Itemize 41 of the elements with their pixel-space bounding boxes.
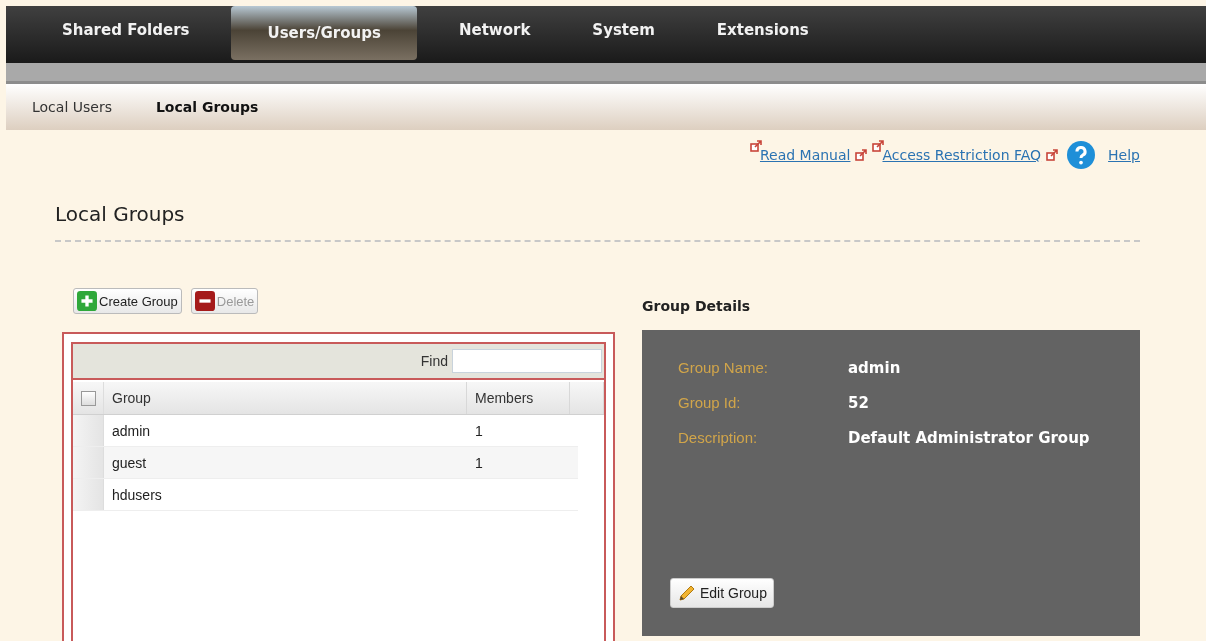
column-header[interactable]: Group [104,382,467,414]
table-cell: 1 [475,422,483,439]
nav-tab[interactable]: Network [438,6,551,54]
subnav-tab[interactable]: Local Users [32,99,112,115]
table-cell: guest [112,454,147,471]
field-value: Default Administrator Group [848,428,1090,447]
external-link-icon [749,140,762,152]
help-link[interactable]: Help [1108,147,1140,163]
table-cell: admin [112,422,151,439]
pencil-icon [677,583,697,603]
table-row[interactable]: admin 1 [73,415,578,447]
external-link-icon [855,149,868,161]
column-header[interactable]: Members [467,382,570,414]
help-link[interactable]: Access Restriction FAQ [882,147,1042,163]
table-cell: 1 [475,454,483,471]
subnav-tab[interactable]: Local Groups [155,99,259,115]
edit-group-button[interactable]: Edit Group [670,578,774,608]
toolbar-button[interactable]: Create Group [73,288,182,314]
plus-icon [77,291,97,311]
nav-tab[interactable]: Shared Folders [42,6,210,54]
help-link[interactable]: Read Manual [759,147,851,163]
page-title: Local Groups [55,202,1140,242]
field-label: Group Id: [678,394,742,411]
select-all-checkbox[interactable] [80,390,96,406]
field-label: Description: [678,429,759,446]
nav-tab[interactable]: System [572,6,675,54]
table-row[interactable]: guest 1 [73,447,578,479]
table-row[interactable]: hdusers [73,479,578,511]
table-cell: hdusers [112,486,162,503]
field-label: Group Name: [678,359,770,376]
help-icon[interactable] [1067,141,1096,169]
nav-tab[interactable]: Extensions [696,6,829,54]
find-label: Find [420,353,448,369]
field-value: 52 [848,393,869,412]
details-title: Group Details [642,298,752,314]
minus-icon [194,291,215,311]
field-value: admin [848,358,901,377]
external-link-icon [1046,149,1059,161]
nav-tab[interactable]: Users/Groups [231,6,417,60]
external-link-icon [872,140,885,152]
find-field[interactable] [452,349,602,373]
